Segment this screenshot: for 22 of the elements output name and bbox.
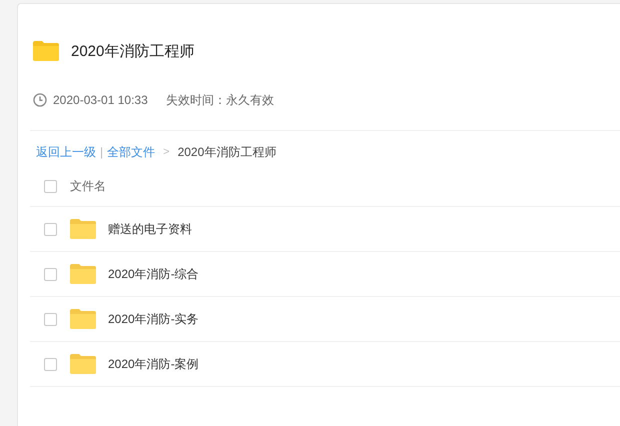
folder-title: 2020年消防工程师: [71, 42, 194, 60]
folder-icon: [70, 309, 96, 329]
separator: |: [100, 145, 104, 159]
folder-icon: [70, 219, 96, 239]
checkbox[interactable]: [44, 222, 57, 236]
folder-icon: [70, 354, 96, 374]
current-folder: 2020年消防工程师: [178, 144, 276, 160]
column-header: 文件名: [70, 178, 106, 194]
file-name[interactable]: 2020年消防-案例: [108, 356, 199, 372]
folder-icon: [70, 264, 96, 284]
breadcrumb-arrow: >: [163, 146, 170, 158]
file-name[interactable]: 2020年消防-综合: [108, 266, 199, 282]
checkbox[interactable]: [44, 358, 57, 370]
checkbox[interactable]: [44, 312, 57, 326]
checkbox[interactable]: [44, 180, 57, 192]
file-name[interactable]: 赠送的电子资料: [108, 220, 192, 238]
file-name[interactable]: 2020年消防-实务: [108, 310, 199, 328]
checkbox[interactable]: [44, 268, 57, 280]
folder-icon: [33, 41, 59, 61]
share-date: 2020-03-01 10:33: [53, 93, 148, 107]
expiry-text: 失效时间：永久有效: [166, 92, 274, 108]
clock-icon: [33, 93, 47, 107]
